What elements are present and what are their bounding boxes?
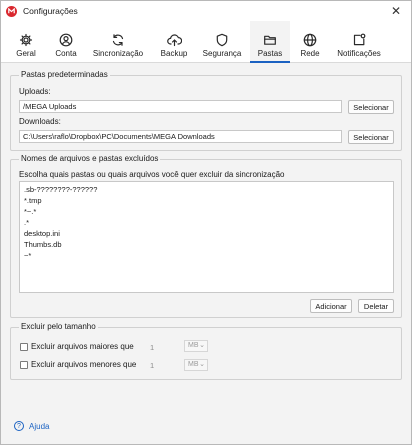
excluded-instruction: Escolha quais pastas ou quais arquivos v… <box>19 170 285 179</box>
help-label: Ajuda <box>29 421 50 431</box>
tab-backup[interactable]: Backup <box>157 21 191 63</box>
uploads-path-field[interactable]: /MEGA Uploads <box>19 100 342 113</box>
tab-label: Conta <box>55 49 77 58</box>
globe-icon <box>303 32 318 47</box>
tab-conta[interactable]: Conta <box>51 21 81 63</box>
chevron-down-icon: ⌄ <box>199 342 205 349</box>
exclude-smaller-label: Excluir arquivos menores que <box>31 360 137 369</box>
tab-sincronizacao[interactable]: Sincronização <box>93 21 143 63</box>
help-icon: ? <box>14 421 24 431</box>
exclude-larger-value[interactable]: 1 <box>150 343 154 352</box>
folder-icon <box>263 32 278 47</box>
tab-rede[interactable]: Rede <box>297 21 323 63</box>
window-title: Configurações <box>23 6 78 16</box>
tab-label: Segurança <box>202 49 242 58</box>
list-item[interactable]: desktop.ini <box>24 229 60 238</box>
settings-tabs: Geral Conta Sincronização Backup Seguran… <box>1 21 411 63</box>
account-icon <box>59 32 74 47</box>
add-button[interactable]: Adicionar <box>310 299 352 313</box>
downloads-select-button[interactable]: Selecionar <box>348 130 394 144</box>
tab-pastas[interactable]: Pastas <box>250 21 290 63</box>
settings-content: Pastas predeterminadas Uploads: /MEGA Up… <box>1 63 411 444</box>
tab-seguranca[interactable]: Segurança <box>203 21 241 63</box>
list-item[interactable]: *.tmp <box>24 196 42 205</box>
exclude-smaller-value[interactable]: 1 <box>150 361 154 370</box>
gear-icon <box>19 32 34 47</box>
exclude-larger-unit-select[interactable]: MB ⌄ <box>184 340 208 352</box>
size-exclusion-group: Excluir pelo tamanho Excluir arquivos ma… <box>10 322 402 380</box>
delete-button[interactable]: Deletar <box>358 299 394 313</box>
list-item[interactable]: .sb-????????-?????? <box>24 185 97 194</box>
excluded-names-group: Nomes de arquivos e pastas excluídos Esc… <box>10 154 402 318</box>
group-title: Excluir pelo tamanho <box>19 322 98 331</box>
tab-label: Pastas <box>257 49 283 58</box>
group-title: Pastas predeterminadas <box>19 70 110 79</box>
downloads-label: Downloads: <box>19 117 61 126</box>
unit-value: MB <box>188 342 199 349</box>
cloud-upload-icon <box>166 32 182 47</box>
chevron-down-icon: ⌄ <box>199 361 205 368</box>
sync-icon <box>111 32 126 47</box>
help-link[interactable]: ? Ajuda <box>14 421 49 431</box>
group-title: Nomes de arquivos e pastas excluídos <box>19 154 161 163</box>
mega-logo-icon <box>6 5 17 17</box>
tab-geral[interactable]: Geral <box>9 21 43 63</box>
tab-label: Rede <box>300 49 320 58</box>
notification-icon <box>352 32 367 47</box>
settings-window: Configurações ✕ Geral Conta Sincronizaçã… <box>0 0 412 445</box>
uploads-label: Uploads: <box>19 87 51 96</box>
exclude-larger-checkbox[interactable] <box>20 343 28 351</box>
list-item[interactable]: .* <box>24 218 29 227</box>
title-bar: Configurações ✕ <box>1 1 411 21</box>
tab-label: Notificações <box>337 49 381 58</box>
unit-value: MB <box>188 361 199 368</box>
tab-notificacoes[interactable]: Notificações <box>335 21 383 63</box>
list-item[interactable]: ~* <box>24 251 31 260</box>
close-button[interactable]: ✕ <box>381 1 411 21</box>
tab-label: Geral <box>16 49 36 58</box>
uploads-select-button[interactable]: Selecionar <box>348 100 394 114</box>
downloads-path-field[interactable]: C:\Users\raflo\Dropbox\PC\Documents\MEGA… <box>19 130 342 143</box>
list-item[interactable]: Thumbs.db <box>24 240 62 249</box>
excluded-list[interactable]: .sb-????????-?????? *.tmp *~.* .* deskto… <box>19 181 394 293</box>
exclude-smaller-checkbox[interactable] <box>20 361 28 369</box>
exclude-larger-label: Excluir arquivos maiores que <box>31 342 134 351</box>
tab-label: Backup <box>160 49 188 58</box>
exclude-smaller-unit-select[interactable]: MB ⌄ <box>184 359 208 371</box>
shield-icon <box>215 32 230 47</box>
tab-label: Sincronização <box>92 49 144 58</box>
list-item[interactable]: *~.* <box>24 207 36 216</box>
default-folders-group: Pastas predeterminadas Uploads: /MEGA Up… <box>10 70 402 151</box>
